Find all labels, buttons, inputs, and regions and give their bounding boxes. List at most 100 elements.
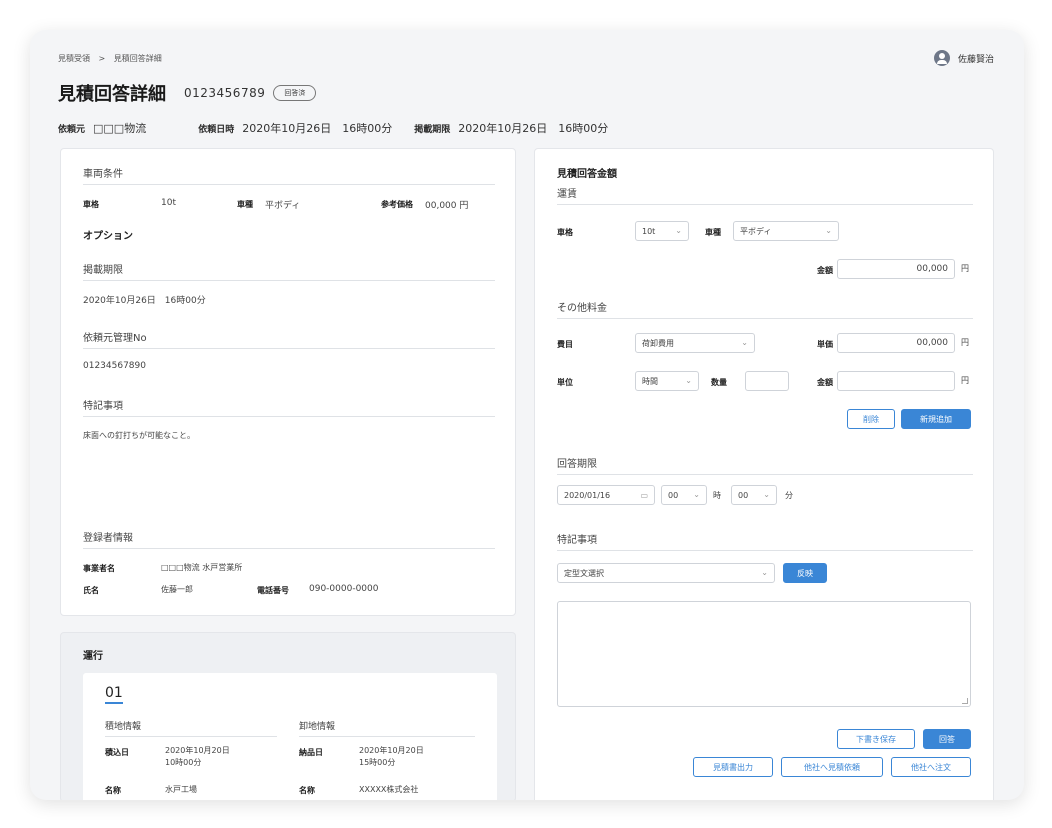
notes-section: 特記事項	[83, 397, 495, 417]
deadline-date-input[interactable]: 2020/01/16 ▭	[557, 485, 655, 505]
fare-amount-input[interactable]: 00,000	[837, 259, 955, 279]
answer-deadline-section: 回答期限	[557, 455, 973, 475]
operations-title: 運行	[83, 651, 103, 662]
fare-type-selected: 平ボディ	[740, 226, 772, 236]
option-label: オプション	[83, 231, 133, 242]
unit-selected: 時間	[642, 376, 658, 386]
vehicle-size-label: 車格	[83, 200, 99, 209]
request-date-value: 2020年10月26日 16時00分	[242, 122, 393, 135]
chevron-down-icon: ⌄	[763, 490, 770, 499]
answer-button[interactable]: 回答	[923, 729, 971, 749]
unloading-section: 卸地情報	[299, 719, 475, 737]
deadline-hour-select[interactable]: 00 ⌄	[661, 485, 707, 505]
delivery-date-label: 納品日	[299, 748, 323, 757]
chevron-down-icon: ⌄	[741, 338, 748, 347]
fare-size-select[interactable]: 10t ⌄	[635, 221, 689, 241]
unloading-name-value: XXXXX株式会社	[359, 785, 419, 794]
export-estimate-button[interactable]: 見積書出力	[693, 757, 773, 777]
company-value: □□□物流 水戸営業所	[161, 563, 243, 572]
quantity-label: 数量	[711, 378, 727, 387]
listing-deadline-text: 2020年10月26日 16時00分	[83, 296, 206, 306]
deadline-minute-value: 00	[738, 490, 749, 500]
estimate-number: 0123456789	[184, 86, 266, 100]
template-selected: 定型文選択	[564, 568, 604, 578]
fee-amount-yen: 円	[961, 376, 969, 385]
request-other-company-button[interactable]: 他社へ見積依頼	[781, 757, 883, 777]
app-window: 見積受領 > 見積回答詳細 佐藤賢治 見積回答詳細 0123456789 回答済…	[30, 30, 1024, 800]
loading-name-value: 水戸工場	[165, 785, 197, 794]
client-label: 依頼元	[58, 124, 86, 135]
fee-amount-input[interactable]	[837, 371, 955, 391]
deadline-hour-value: 00	[668, 490, 679, 500]
client-value: □□□物流	[93, 122, 147, 135]
user-menu[interactable]: 佐藤賢治	[933, 50, 994, 66]
chevron-down-icon: ⌄	[685, 376, 692, 385]
tab-operation-01[interactable]: 01	[105, 685, 123, 704]
fee-item-select[interactable]: 荷卸費用 ⌄	[635, 333, 755, 353]
save-draft-button[interactable]: 下書き保存	[837, 729, 915, 749]
quantity-input[interactable]	[745, 371, 789, 391]
listing-deadline-value: 2020年10月26日 16時00分	[458, 122, 609, 135]
chevron-down-icon: ⌄	[693, 490, 700, 499]
loading-date-line2: 10時00分	[165, 758, 202, 767]
chevron-down-icon: ⌄	[675, 226, 682, 235]
user-name: 佐藤賢治	[957, 54, 994, 65]
order-other-company-button[interactable]: 他社へ注文	[891, 757, 971, 777]
apply-button[interactable]: 反映	[783, 563, 827, 583]
loading-date-label: 積込日	[105, 748, 129, 757]
operations-card: 運行 01 積地情報 卸地情報 積込日 2020年10月20日 10時00分 納…	[60, 632, 516, 800]
deadline-minute-select[interactable]: 00 ⌄	[731, 485, 777, 505]
chevron-down-icon: ⌄	[761, 568, 768, 577]
resize-handle-icon[interactable]	[962, 698, 968, 704]
vehicle-type-label: 車種	[237, 200, 253, 209]
notes-textarea[interactable]	[557, 601, 971, 707]
breadcrumb-item-received[interactable]: 見積受領	[58, 54, 90, 63]
minute-unit: 分	[785, 491, 793, 500]
unit-price-yen: 円	[961, 338, 969, 347]
registrant-section: 登録者情報	[83, 529, 495, 549]
phone-value: 090-0000-0000	[309, 584, 379, 594]
answer-card: 見積回答金額 運賃 車格 10t ⌄ 車種 平ボディ ⌄ 金額 00,000 円…	[534, 148, 994, 800]
answer-amount-title: 見積回答金額	[557, 169, 617, 180]
fare-size-label: 車格	[557, 228, 573, 237]
request-meta: 依頼元 □□□物流 依頼日時 2020年10月26日 16時00分 掲載期限 2…	[58, 120, 640, 136]
fare-section: 運賃	[557, 185, 973, 205]
delete-button[interactable]: 削除	[847, 409, 895, 429]
reference-price-value: 00,000 円	[425, 201, 469, 211]
breadcrumb-item-current: 見積回答詳細	[113, 54, 162, 63]
loading-date-line1: 2020年10月20日	[165, 746, 230, 755]
reference-price-label: 参考価格	[381, 200, 413, 209]
client-mgmt-number: 01234567890	[83, 361, 146, 371]
template-select[interactable]: 定型文選択 ⌄	[557, 563, 775, 583]
phone-label: 電話番号	[257, 586, 289, 595]
calendar-icon[interactable]: ▭	[640, 491, 648, 500]
fee-item-selected: 荷卸費用	[642, 338, 674, 348]
client-mgmt-section: 依頼元管理No	[83, 329, 495, 349]
fare-type-label: 車種	[705, 228, 721, 237]
unit-price-input[interactable]: 00,000	[837, 333, 955, 353]
delivery-date-line1: 2020年10月20日	[359, 746, 424, 755]
company-label: 事業者名	[83, 564, 115, 573]
unit-price-label: 単価	[817, 340, 833, 349]
fee-item-label: 費目	[557, 340, 573, 349]
delivery-date-line2: 15時00分	[359, 758, 396, 767]
breadcrumb: 見積受領 > 見積回答詳細	[58, 53, 168, 64]
unloading-name-label: 名称	[299, 786, 315, 795]
fare-amount-label: 金額	[817, 266, 833, 275]
listing-deadline-section: 掲載期限	[83, 261, 495, 281]
hour-unit: 時	[713, 491, 721, 500]
vehicle-size-value: 10t	[161, 198, 176, 208]
add-new-button[interactable]: 新規追加	[901, 409, 971, 429]
fee-amount-label: 金額	[817, 378, 833, 387]
listing-deadline-label: 掲載期限	[414, 124, 451, 135]
request-date-label: 依頼日時	[198, 124, 235, 135]
fare-type-select[interactable]: 平ボディ ⌄	[733, 221, 839, 241]
chevron-down-icon: ⌄	[825, 226, 832, 235]
answer-notes-section: 特記事項	[557, 531, 973, 551]
other-fees-section: その他料金	[557, 299, 973, 319]
unit-label: 単位	[557, 378, 573, 387]
request-detail-card: 車両条件 車格 10t 車種 平ボディ 参考価格 00,000 円 オプション …	[60, 148, 516, 616]
unit-select[interactable]: 時間 ⌄	[635, 371, 699, 391]
loading-section: 積地情報	[105, 719, 277, 737]
vehicle-type-value: 平ボディ	[265, 201, 301, 211]
